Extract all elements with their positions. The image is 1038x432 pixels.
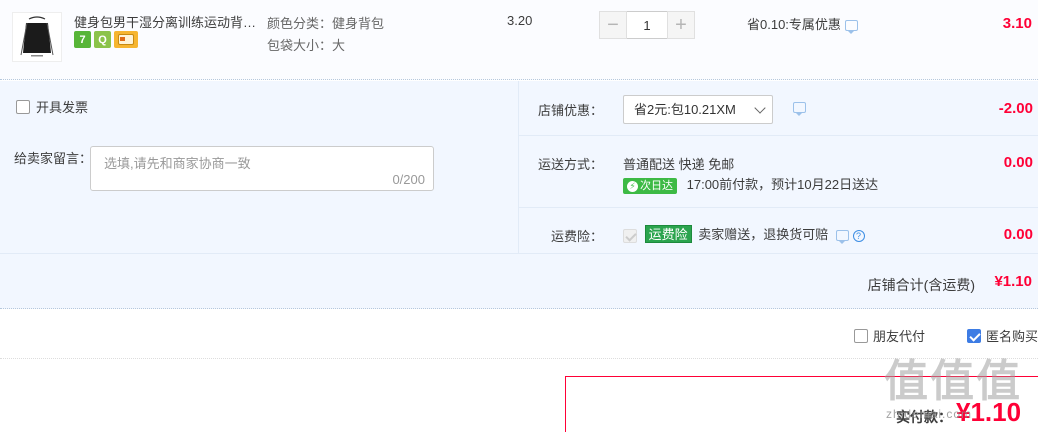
service-badges: 7 Q <box>74 31 138 48</box>
shop-discount-select[interactable]: 省2元:包10.21XM <box>623 95 773 124</box>
pay-amount: ¥1.10 <box>956 397 1022 427</box>
item-discount: 省0.10:专属优惠 <box>747 14 858 35</box>
insurance-detail: 运费险 卖家赠送，退换货可赔 ? <box>623 224 865 245</box>
message-icon[interactable] <box>793 102 806 116</box>
shop-discount-amount: -2.00 <box>998 100 1033 117</box>
payment-summary-box: 实付款： ¥1.10 <box>565 376 1038 432</box>
sku-size: 包袋大小：大 <box>267 35 345 54</box>
chevron-down-icon <box>754 102 766 114</box>
shop-discount-selected: 省2元:包10.21XM <box>634 102 736 117</box>
store-total-label: 店铺合计(含运费) <box>867 277 975 293</box>
order-options-panel: 开具发票 给卖家留言： 选填,请先和商家协商一致 0/200 店铺优惠： 省2元… <box>0 81 1038 309</box>
unit-price: 3.20 <box>507 13 533 28</box>
backpack-image <box>20 16 54 57</box>
store-total-amount: ¥1.10 <box>994 273 1032 290</box>
shipping-row: 运送方式： 普通配送 快递 免邮 ⚡ 次日达 17:00前付款，预计10月22日送… <box>519 136 1038 208</box>
sku-size-value: 大 <box>332 38 346 53</box>
right-options: 店铺优惠： 省2元:包10.21XM -2.00 运送方式： 普通配送 快递 免… <box>518 81 1038 253</box>
shipping-label: 运送方式： <box>537 157 603 172</box>
message-icon[interactable] <box>844 20 858 35</box>
shipping-method: 普通配送 快递 免邮 <box>623 157 735 172</box>
cart-item-row: 健身包男干湿分离训练运动背包... 7 Q 颜色分类：健身背包 包袋大小：大 3… <box>0 0 1038 80</box>
next-day-badge: ⚡ 次日达 <box>623 178 677 194</box>
friend-pay-label: 朋友代付 <box>873 329 926 344</box>
bolt-icon: ⚡ <box>627 181 638 192</box>
seller-memo-textarea[interactable]: 选填,请先和商家协商一致 0/200 <box>90 146 434 191</box>
sku-size-label: 包袋大小： <box>267 38 333 53</box>
insurance-badge: 运费险 <box>644 225 692 243</box>
quantity-decrease-button[interactable]: − <box>599 11 627 39</box>
item-subtotal: 3.10 <box>1002 15 1032 32</box>
store-total-row: 店铺合计(含运费) ¥1.10 <box>0 253 1038 309</box>
shipping-amount: 0.00 <box>1003 154 1033 171</box>
quantity-input[interactable]: 1 <box>627 11 667 39</box>
insurance-label: 运费险： <box>550 229 603 244</box>
product-thumbnail[interactable] <box>12 12 62 62</box>
message-icon[interactable] <box>835 230 849 245</box>
pay-label: 实付款： <box>896 409 952 425</box>
anonymous-option[interactable]: 匿名购买 <box>967 326 1038 345</box>
shop-discount-row: 店铺优惠： 省2元:包10.21XM -2.00 <box>519 81 1038 136</box>
next-day-text: 次日达 <box>640 180 673 192</box>
shop-discount-label: 店铺优惠： <box>537 103 603 118</box>
invoice-option[interactable]: 开具发票 <box>16 97 88 116</box>
seven-day-return-icon: 7 <box>74 31 91 48</box>
item-discount-text: 省0.10:专属优惠 <box>747 17 841 32</box>
friend-pay-checkbox[interactable] <box>854 328 868 343</box>
delivery-note: 17:00前付款，预计10月22日送达 <box>686 177 879 192</box>
anonymous-checkbox[interactable] <box>967 328 981 343</box>
insurance-row: 运费险： 运费险 卖家赠送，退换货可赔 ? 0.00 <box>519 208 1038 253</box>
insurance-text: 卖家赠送，退换货可赔 <box>698 227 829 242</box>
help-icon[interactable]: ? <box>852 229 865 242</box>
quantity-stepper: − 1 + <box>599 11 695 39</box>
sku-color: 颜色分类：健身背包 <box>267 13 384 32</box>
left-options: 开具发票 给卖家留言： 选填,请先和商家协商一致 0/200 <box>0 81 518 253</box>
invoice-checkbox[interactable] <box>16 99 30 114</box>
insurance-checkbox <box>623 228 637 243</box>
shipping-eta: ⚡ 次日达 17:00前付款，预计10月22日送达 <box>623 174 878 194</box>
quality-guarantee-icon: Q <box>94 31 111 48</box>
friend-pay-option[interactable]: 朋友代付 <box>854 326 925 345</box>
credit-card-icon <box>114 31 138 48</box>
insurance-amount: 0.00 <box>1003 226 1033 243</box>
memo-label: 给卖家留言： <box>14 151 93 166</box>
quantity-increase-button[interactable]: + <box>667 11 695 39</box>
anonymous-label: 匿名购买 <box>986 329 1038 344</box>
memo-char-counter: 0/200 <box>392 172 425 187</box>
divider <box>0 358 1038 359</box>
memo-placeholder: 选填,请先和商家协商一致 <box>104 156 251 171</box>
sku-color-value: 健身背包 <box>332 16 385 31</box>
invoice-label: 开具发票 <box>36 100 89 115</box>
sku-color-label: 颜色分类： <box>267 16 333 31</box>
product-title-link[interactable]: 健身包男干湿分离训练运动背包... <box>74 12 260 31</box>
